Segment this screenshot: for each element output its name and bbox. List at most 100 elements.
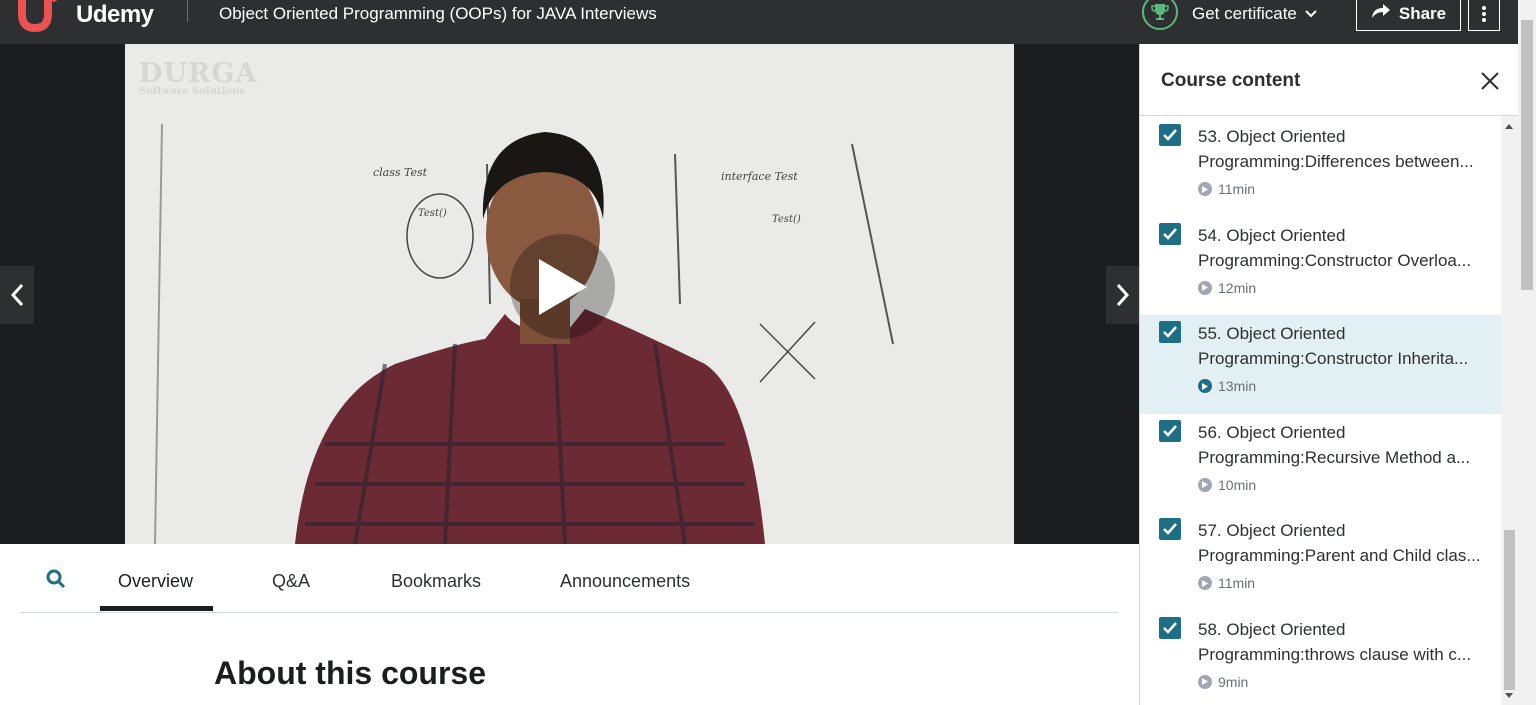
share-label: Share [1398, 3, 1447, 23]
checkmark-icon [1163, 523, 1177, 536]
lecture-duration: 9min [1198, 674, 1248, 690]
watermark-title: DURGA [139, 58, 258, 89]
course-title[interactable]: Object Oriented Programming (OOPs) for J… [219, 4, 657, 24]
video-play-icon [1198, 280, 1212, 295]
lecture-title-line1: 53. Object Oriented [1198, 127, 1346, 146]
completed-checkbox[interactable] [1159, 222, 1181, 245]
lecture-title-line2: Programming:Recursive Method a... [1198, 447, 1471, 467]
lecture-list: 53. Object Oriented Programming:Differenc… [1140, 118, 1502, 705]
lecture-item-current[interactable]: 55. Object Oriented Programming:Construct… [1140, 315, 1502, 414]
duration-label: 10min [1218, 476, 1257, 493]
chevron-right-icon [1116, 283, 1130, 307]
header-divider [187, 0, 188, 22]
lecture-duration: 11min [1198, 575, 1255, 591]
lecture-duration: 13min [1198, 378, 1256, 394]
lecture-duration: 11min [1198, 181, 1255, 197]
sidebar-header: Course content [1140, 44, 1518, 116]
course-tabs: Overview Q&A Bookmarks Announcements [20, 545, 1119, 613]
video-play-icon [1198, 674, 1212, 689]
lecture-title-line2: Programming:throws clause with c... [1198, 644, 1472, 664]
completed-checkbox[interactable] [1159, 616, 1181, 639]
close-icon [1481, 72, 1499, 90]
duration-label: 11min [1218, 181, 1256, 197]
chevron-down-icon [1305, 6, 1317, 21]
udemy-logo[interactable]: Udemy [18, 0, 154, 32]
duration-label: 9min [1218, 673, 1249, 690]
play-button[interactable] [510, 234, 615, 339]
lecture-item[interactable]: 56. Object Oriented Programming:Recursive… [1140, 414, 1502, 513]
lecture-title-line1: 57. Object Oriented [1198, 521, 1346, 541]
lecture-title-line2: Programming:Differences between... [1198, 152, 1474, 171]
lecture-title-line1: 55. Object Oriented [1198, 324, 1346, 344]
get-certificate-button[interactable]: Get certificate [1142, 0, 1317, 30]
share-button[interactable]: Share [1356, 0, 1461, 31]
checkmark-icon [1163, 129, 1177, 141]
udemy-logo-icon [18, 0, 58, 32]
page-scrollbar[interactable] [1518, 0, 1536, 705]
search-icon [46, 569, 66, 589]
checkmark-icon [1163, 424, 1177, 437]
tab-bookmarks[interactable]: Bookmarks [391, 571, 481, 592]
lecture-title: 58. Object Oriented Programming:throws cl… [1198, 617, 1488, 667]
svg-text:interface Test: interface Test [721, 170, 798, 183]
lecture-title-line1: 58. Object Oriented [1198, 619, 1346, 639]
video-play-icon [1198, 182, 1212, 196]
tab-announcements[interactable]: Announcements [560, 571, 690, 592]
close-sidebar-button[interactable] [1479, 70, 1501, 92]
checkmark-icon [1163, 227, 1177, 240]
lecture-title: 54. Object Oriented Programming:Construct… [1198, 223, 1488, 273]
trophy-icon [1142, 0, 1178, 30]
lecture-title: 56. Object Oriented Programming:Recursive… [1198, 420, 1488, 470]
scroll-up-arrow-icon[interactable] [1505, 124, 1513, 129]
svg-text:class Test: class Test [373, 166, 428, 179]
video-player[interactable]: class Test interface Test Test() Test() … [0, 44, 1139, 544]
scroll-down-arrow-icon[interactable] [1505, 693, 1513, 698]
certificate-label: Get certificate [1192, 4, 1297, 23]
video-play-icon [1198, 477, 1212, 492]
next-lecture-button[interactable] [1106, 266, 1139, 324]
completed-checkbox[interactable] [1159, 419, 1181, 442]
completed-checkbox[interactable] [1159, 321, 1181, 344]
duration-label: 12min [1218, 279, 1257, 296]
lecture-title-line1: 56. Object Oriented [1198, 422, 1346, 442]
sidebar-scrollbar-thumb[interactable] [1504, 530, 1515, 690]
about-heading: About this course [214, 655, 487, 691]
more-options-button[interactable] [1468, 0, 1500, 31]
video-frame[interactable]: class Test interface Test Test() Test() … [125, 44, 1014, 544]
tab-overview[interactable]: Overview [118, 571, 193, 592]
sidebar-scrollbar[interactable] [1501, 116, 1518, 705]
share-icon [1371, 3, 1391, 24]
duration-label: 13min [1218, 378, 1257, 395]
previous-lecture-button[interactable] [0, 266, 34, 324]
completed-checkbox[interactable] [1159, 518, 1181, 541]
svg-text:Test(): Test() [772, 214, 801, 225]
lecture-title-line2: Programming:Parent and Child clas... [1198, 546, 1481, 566]
brand-name: Udemy [76, 1, 154, 28]
tab-qa[interactable]: Q&A [272, 571, 310, 592]
top-header: Udemy Object Oriented Programming (OOPs)… [0, 0, 1536, 44]
page-scrollbar-thumb[interactable] [1521, 20, 1533, 290]
chevron-left-icon [10, 283, 24, 307]
active-tab-indicator [100, 606, 213, 611]
lecture-title: 57. Object Oriented Programming:Parent an… [1198, 518, 1488, 568]
lecture-item[interactable]: 53. Object Oriented Programming:Differenc… [1140, 118, 1502, 217]
lecture-duration: 12min [1198, 280, 1256, 296]
course-content-sidebar: Course content 53. Object Oriented Progra… [1139, 44, 1518, 705]
duration-label: 11min [1218, 575, 1256, 592]
search-button[interactable] [46, 569, 66, 594]
watermark-subtitle: Software Solutions [139, 86, 245, 97]
lecture-item[interactable]: 58. Object Oriented Programming:throws cl… [1140, 611, 1502, 705]
lecture-item[interactable]: 57. Object Oriented Programming:Parent an… [1140, 512, 1502, 611]
completed-checkbox[interactable] [1159, 124, 1181, 146]
video-play-icon [1198, 379, 1212, 394]
vertical-dots-icon [1482, 5, 1486, 22]
sidebar-title: Course content [1161, 70, 1301, 91]
lecture-item[interactable]: 54. Object Oriented Programming:Construct… [1140, 217, 1502, 316]
play-icon [538, 258, 587, 315]
lecture-title: 55. Object Oriented Programming:Construct… [1198, 321, 1488, 371]
checkmark-icon [1163, 326, 1177, 339]
lecture-duration: 10min [1198, 477, 1256, 493]
video-play-icon [1198, 576, 1212, 591]
lecture-title-line2: Programming:Constructor Inherita... [1198, 349, 1469, 369]
lecture-title-line2: Programming:Constructor Overloa... [1198, 250, 1472, 270]
